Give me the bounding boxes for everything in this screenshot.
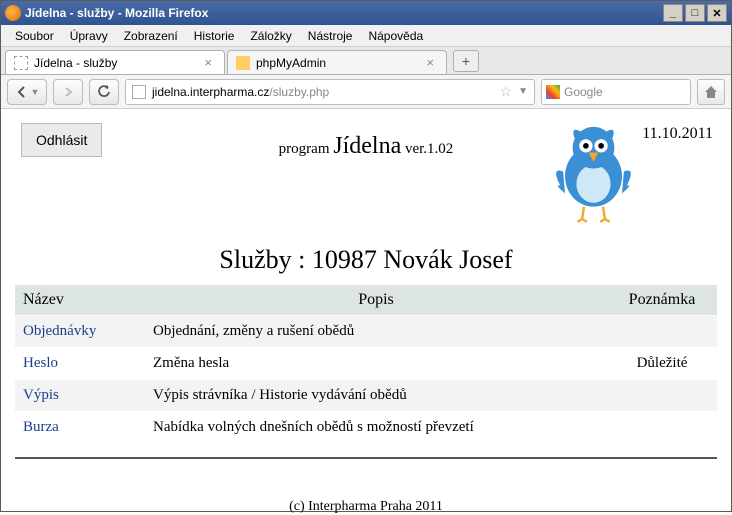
reload-button[interactable] (89, 79, 119, 105)
cell-desc: Objednání, změny a rušení obědů (145, 316, 607, 348)
url-dropdown-icon[interactable]: ▼ (518, 86, 528, 97)
th-name: Název (15, 285, 145, 316)
services-table: Název Popis Poznámka Objednávky Objednán… (15, 285, 717, 443)
cell-note: Důležité (607, 348, 717, 380)
menu-nastroje[interactable]: Nástroje (300, 27, 361, 45)
tab-label: phpMyAdmin (256, 56, 326, 70)
firefox-icon (5, 5, 21, 21)
arrow-left-icon (15, 85, 29, 99)
table-row: Heslo Změna hesla Důležité (15, 348, 717, 380)
site-identity-icon[interactable] (132, 85, 146, 99)
menu-upravy[interactable]: Úpravy (62, 27, 116, 45)
url-host: jidelna.interpharma.cz (152, 85, 269, 99)
new-tab-button[interactable]: + (453, 50, 479, 72)
program-name: Jídelna (333, 133, 401, 159)
table-row: Výpis Výpis strávníka / Historie vydáván… (15, 380, 717, 412)
search-bar[interactable]: Google (541, 79, 691, 105)
th-desc: Popis (145, 285, 607, 316)
link-burza[interactable]: Burza (23, 419, 59, 435)
menu-napoveda[interactable]: Nápověda (360, 27, 431, 45)
link-objednavky[interactable]: Objednávky (23, 323, 96, 339)
cell-note (607, 380, 717, 412)
page-heading: Služby : 10987 Novák Josef (15, 245, 717, 275)
cell-desc: Výpis strávníka / Historie vydávání oběd… (145, 380, 607, 412)
tab-close-icon[interactable]: × (422, 55, 438, 70)
footer-text: (c) Interpharma Praha 2011 (15, 499, 717, 515)
page-content: Odhlásit program Jídelna ver.1.02 11.10.… (1, 109, 731, 513)
tab-label: Jídelna - služby (34, 56, 117, 70)
menu-soubor[interactable]: Soubor (7, 27, 62, 45)
bird-mascot-icon (546, 119, 641, 224)
tab-bar: Jídelna - služby × phpMyAdmin × + (1, 47, 731, 75)
reload-icon (97, 85, 111, 99)
cell-note (607, 412, 717, 444)
search-placeholder: Google (564, 85, 603, 99)
arrow-right-icon (62, 86, 74, 98)
table-header-row: Název Popis Poznámka (15, 285, 717, 316)
table-row: Objednávky Objednání, změny a rušení obě… (15, 316, 717, 348)
link-vypis[interactable]: Výpis (23, 387, 59, 403)
tab-close-icon[interactable]: × (200, 55, 216, 70)
google-icon (546, 85, 560, 99)
tab-favicon (14, 56, 28, 70)
link-heslo[interactable]: Heslo (23, 355, 58, 371)
cell-desc: Nabídka volných dnešních obědů s možnost… (145, 412, 607, 444)
current-date: 11.10.2011 (642, 125, 713, 143)
home-icon (703, 84, 719, 100)
menu-historie[interactable]: Historie (186, 27, 243, 45)
nav-toolbar: ▼ jidelna.interpharma.cz/sluzby.php ☆ ▼ … (1, 75, 731, 109)
window-title: Jídelna - služby - Mozilla Firefox (25, 6, 663, 20)
cell-note (607, 316, 717, 348)
url-path: /sluzby.php (269, 85, 329, 99)
tab-favicon-pma (236, 56, 250, 70)
table-row: Burza Nabídka volných dnešních obědů s m… (15, 412, 717, 444)
minimize-button[interactable]: _ (663, 4, 683, 22)
forward-button[interactable] (53, 79, 83, 105)
program-prefix: program (279, 141, 334, 157)
separator (15, 457, 717, 459)
menu-zalozky[interactable]: Záložky (242, 27, 299, 45)
tab-phpmyadmin[interactable]: phpMyAdmin × (227, 50, 447, 74)
th-note: Poznámka (607, 285, 717, 316)
menu-bar: Soubor Úpravy Zobrazení Historie Záložky… (1, 25, 731, 47)
back-button[interactable]: ▼ (7, 79, 47, 105)
tab-jidelna[interactable]: Jídelna - služby × (5, 50, 225, 74)
window-titlebar: Jídelna - služby - Mozilla Firefox _ □ ✕ (1, 1, 731, 25)
maximize-button[interactable]: □ (685, 4, 705, 22)
program-version: ver.1.02 (401, 141, 453, 157)
cell-desc: Změna hesla (145, 348, 607, 380)
close-button[interactable]: ✕ (707, 4, 727, 22)
menu-zobrazeni[interactable]: Zobrazení (116, 27, 186, 45)
bookmark-star-icon[interactable]: ☆ (500, 83, 513, 100)
url-bar[interactable]: jidelna.interpharma.cz/sluzby.php ☆ ▼ (125, 79, 535, 105)
logout-button[interactable]: Odhlásit (21, 123, 102, 157)
home-button[interactable] (697, 79, 725, 105)
